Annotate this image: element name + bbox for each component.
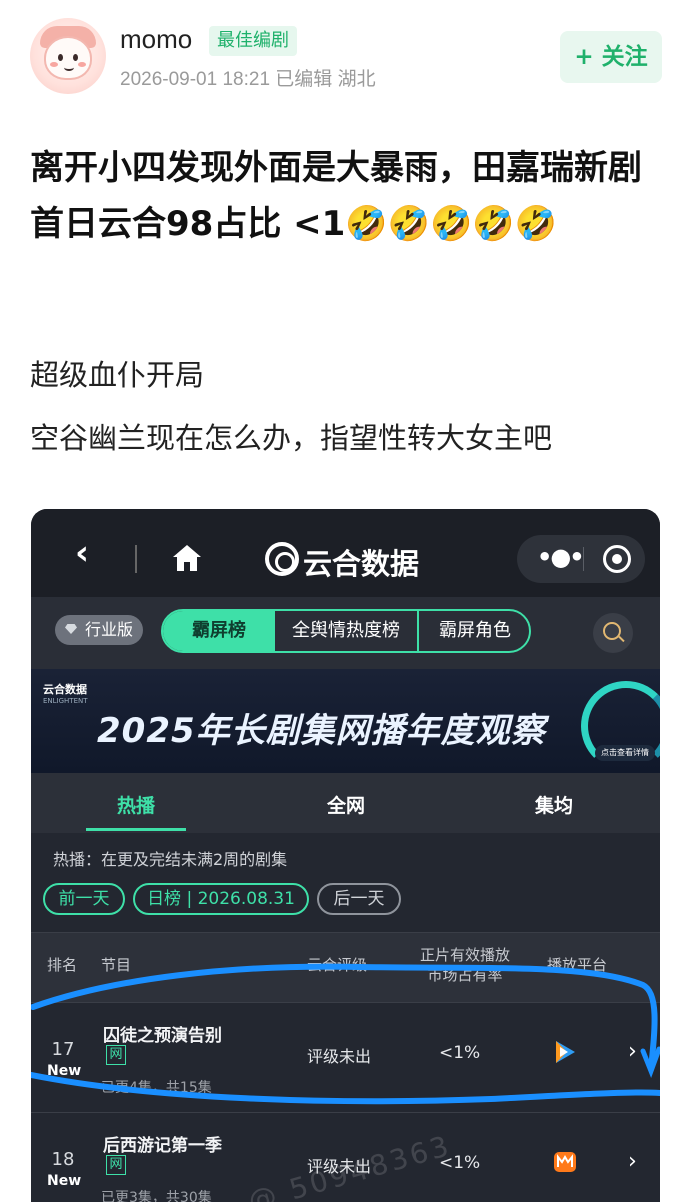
web-drama-tag: 网 xyxy=(106,1045,126,1065)
episode-info: 已更3集，共30集 xyxy=(101,1190,212,1202)
nav-divider xyxy=(135,545,137,573)
rating-value: 评级未出 xyxy=(307,1047,372,1066)
new-label: New xyxy=(47,1173,82,1189)
tencent-video-icon xyxy=(556,1041,575,1063)
more-dots-icon[interactable]: •●• xyxy=(537,543,585,571)
yunhe-logo-icon xyxy=(265,542,299,576)
column-header: 节目 xyxy=(101,956,132,974)
segment-quanyuqing[interactable]: 全舆情热度榜 xyxy=(275,611,419,651)
table-row[interactable]: 17 New 囚徒之预演告别 网 已更4集，共15集 评级未出 <1% › xyxy=(31,1002,660,1112)
banner-title: 2025年长剧集网播年度观察 xyxy=(97,711,546,751)
embedded-screenshot[interactable]: ‹ 云合数据 •●• 行业版 霸屏榜 全舆情热度榜 霸屏角色 云合数据 ENLI… xyxy=(31,509,660,1202)
post-body-line: 空谷幽兰现在怎么办，指望性转大女主吧 xyxy=(30,421,553,455)
web-drama-tag: 网 xyxy=(106,1155,126,1175)
column-header: 正片有效播放 市场占有率 xyxy=(419,946,510,984)
new-label: New xyxy=(47,1063,82,1079)
avatar-face xyxy=(44,36,92,80)
banner-cta[interactable]: 点击查看详情 xyxy=(595,745,655,761)
show-name[interactable]: 囚徒之预演告别 xyxy=(103,1021,222,1046)
active-tab-indicator xyxy=(86,828,186,831)
app-navbar: ‹ 云合数据 •●• xyxy=(31,509,660,597)
episode-info: 已更4集，共15集 xyxy=(101,1080,212,1096)
column-header: 排名 xyxy=(47,956,78,974)
follow-button[interactable]: + 关注 xyxy=(560,31,662,83)
post-title: 离开小四发现外面是大暴雨，田嘉瑞新剧首日云合98占比 <1🤣🤣🤣🤣🤣 xyxy=(30,148,642,244)
chevron-left-icon[interactable]: ‹ xyxy=(75,533,89,573)
tab-quanwang[interactable]: 全网 xyxy=(327,791,365,818)
username[interactable]: momo xyxy=(120,24,192,55)
rank-number: 17 xyxy=(51,1039,75,1060)
industry-version-toggle[interactable]: 行业版 xyxy=(55,615,144,645)
market-share-value: <1% xyxy=(439,1043,481,1063)
rank-number: 18 xyxy=(51,1149,75,1170)
promo-banner[interactable]: 云合数据 ENLIGHTENT 2025年长剧集网播年度观察 点击查看详情 xyxy=(31,669,660,773)
search-icon[interactable] xyxy=(593,613,633,653)
list-description: 热播：在更及完结未满2周的剧集 xyxy=(53,850,288,869)
show-name[interactable]: 后西游记第一季 xyxy=(103,1131,222,1156)
banner-logo: 云合数据 ENLIGHTENT xyxy=(43,683,88,705)
content-tabs: 热播 全网 集均 xyxy=(31,773,660,833)
chevron-right-icon[interactable]: › xyxy=(628,1039,637,1064)
segment-bapingbang[interactable]: 霸屏榜 xyxy=(163,611,275,651)
filter-bar: 行业版 霸屏榜 全舆情热度榜 霸屏角色 xyxy=(31,597,660,669)
column-header: 云合评级 xyxy=(307,956,368,974)
ranking-segmented-control: 霸屏榜 全舆情热度榜 霸屏角色 xyxy=(161,609,531,653)
table-header: 排名 节目 云合评级 正片有效播放 市场占有率 播放平台 xyxy=(31,932,660,1002)
date-selector[interactable]: 日榜 | 2026.08.31 xyxy=(133,883,309,915)
prev-day-button[interactable]: 前一天 xyxy=(43,883,125,915)
segment-bapingjuese[interactable]: 霸屏角色 xyxy=(419,611,529,651)
post-body-line: 超级血仆开局 xyxy=(30,358,205,392)
target-icon[interactable] xyxy=(603,545,631,573)
chevron-right-icon[interactable]: › xyxy=(628,1149,637,1174)
tab-rebo[interactable]: 热播 xyxy=(117,791,155,818)
home-icon[interactable] xyxy=(171,543,203,573)
mini-program-capsule: •●• xyxy=(517,535,645,583)
author-badge: 最佳编剧 xyxy=(209,26,297,56)
tab-jijun[interactable]: 集均 xyxy=(535,791,573,818)
post-meta: 2026-09-01 18:21 已编辑 湖北 xyxy=(120,69,376,90)
next-day-button[interactable]: 后一天 xyxy=(317,883,401,915)
column-header: 播放平台 xyxy=(547,956,608,974)
avatar[interactable] xyxy=(30,18,106,94)
mango-tv-icon xyxy=(554,1152,576,1172)
app-title: 云合数据 xyxy=(303,547,420,581)
